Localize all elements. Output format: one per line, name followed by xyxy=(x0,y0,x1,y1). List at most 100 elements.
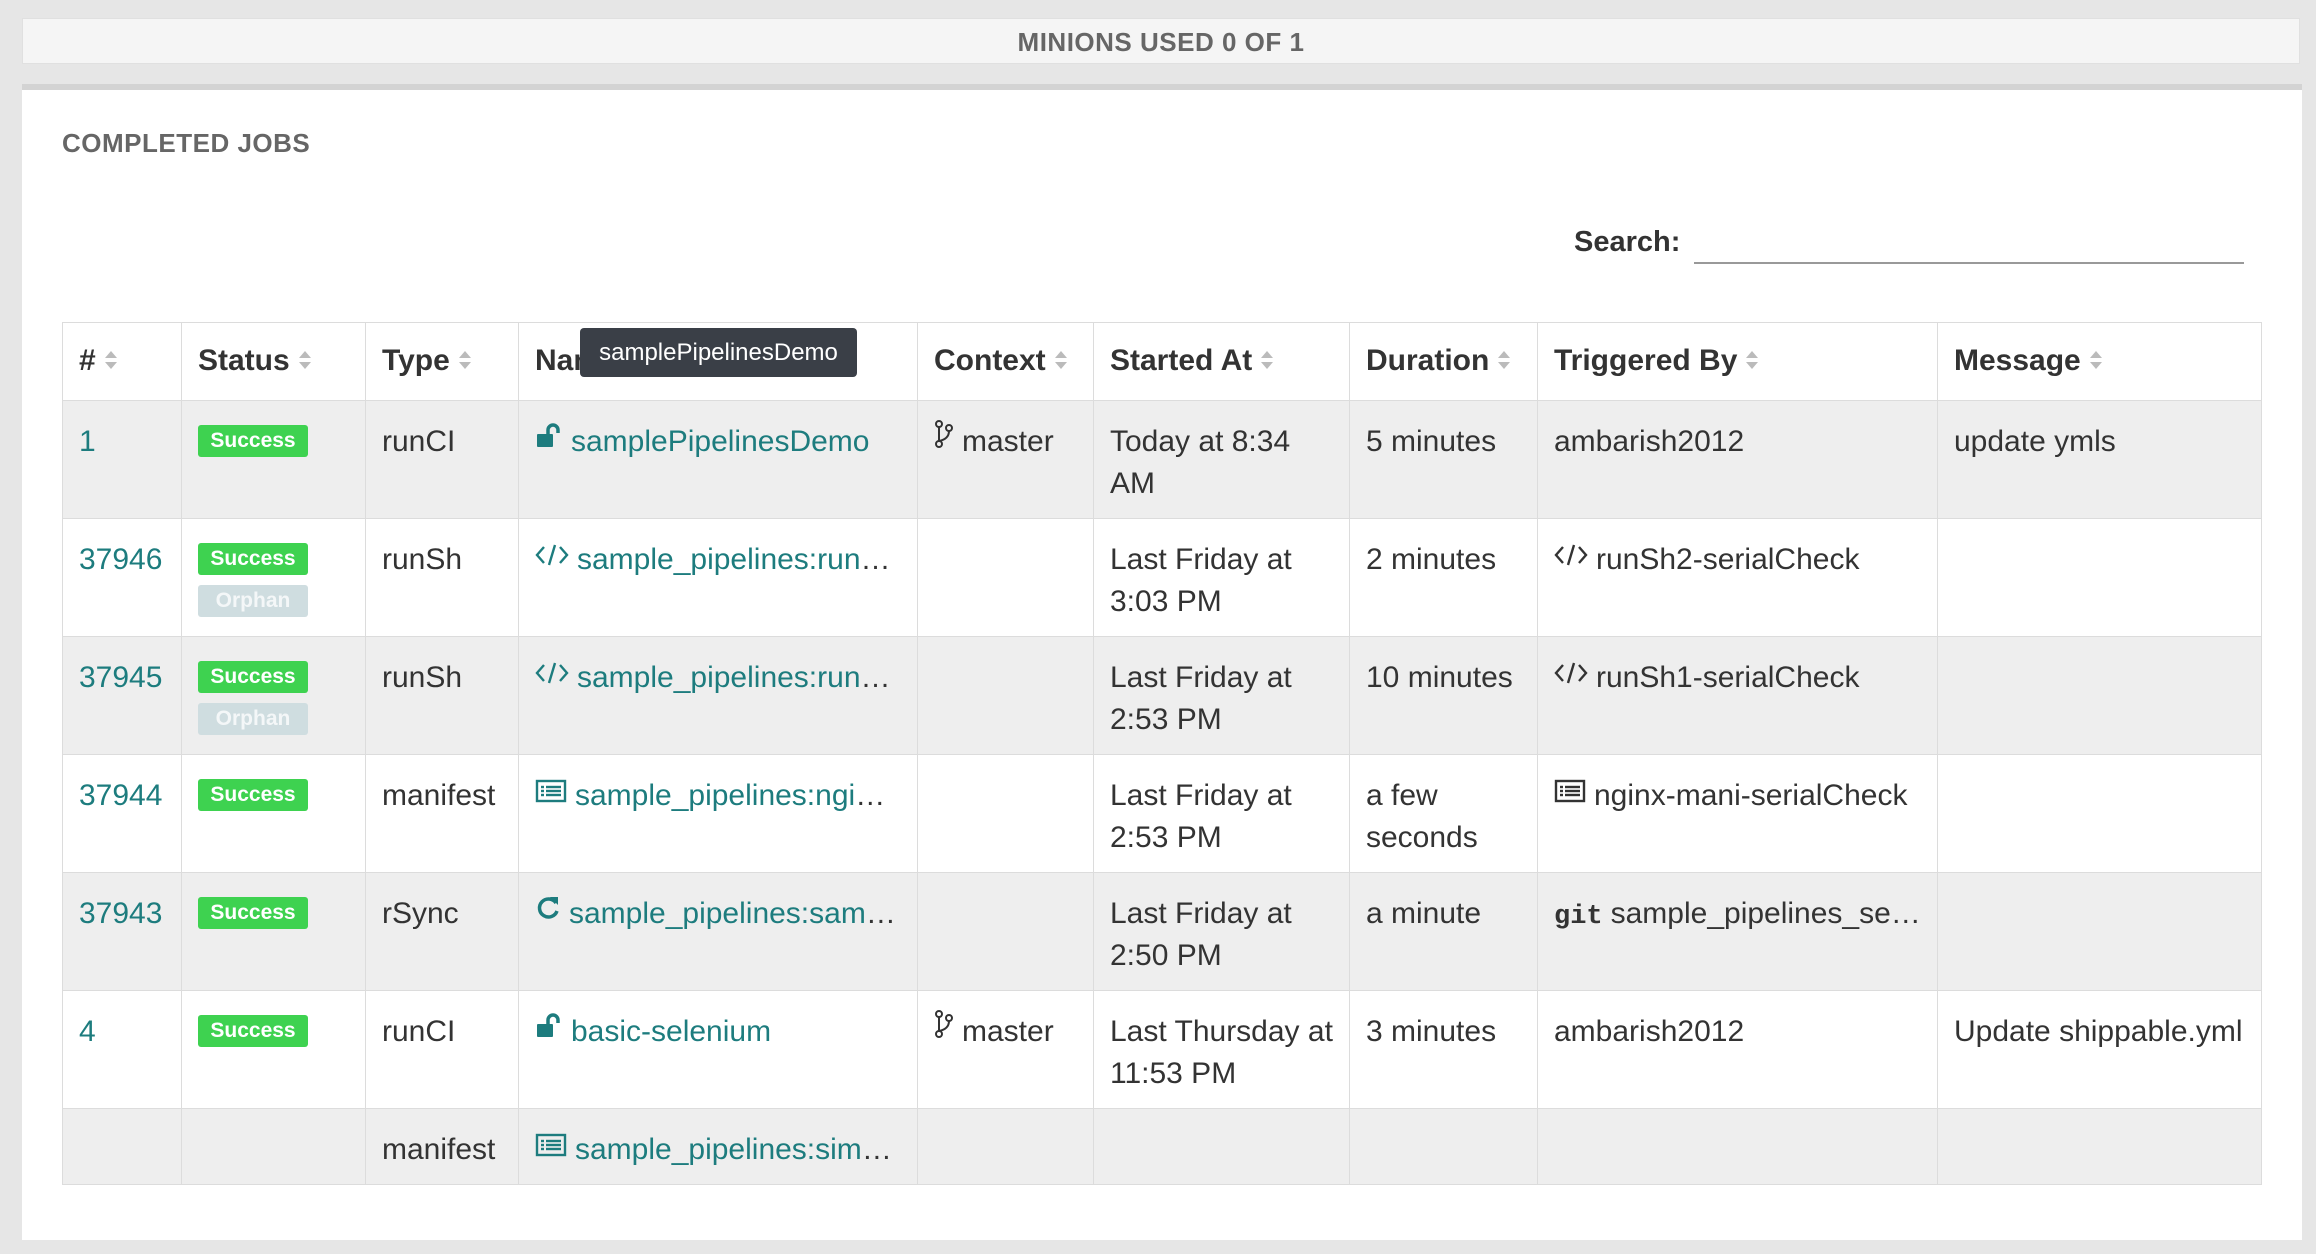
column-header-type[interactable]: Type xyxy=(365,321,519,402)
status-badge: Success xyxy=(198,897,308,930)
duration: 2 minutes xyxy=(1366,543,1497,577)
job-name-link[interactable]: samplePipelinesDemo xyxy=(535,423,869,458)
job-type: runSh xyxy=(382,543,463,577)
status-badge: Success xyxy=(198,779,308,812)
branch-icon xyxy=(934,419,954,461)
job-name-link[interactable]: sample_pipelines:simple-manifest xyxy=(535,1133,917,1167)
table-row: 1 Success runCI samplePipelinesDemo master To… xyxy=(62,400,2262,520)
cell-triggered: gitsample_pipelines_serialCheck xyxy=(1537,872,1938,992)
job-number-link[interactable]: 37946 xyxy=(79,543,162,576)
code-icon xyxy=(535,655,569,697)
cell-status: Success xyxy=(181,990,366,1110)
job-name-link[interactable]: sample_pipelines:runSh2-serialCheck xyxy=(535,543,917,577)
triggered-by: nginx-mani-serialCheck xyxy=(1594,779,1908,813)
column-header-duration[interactable]: Duration xyxy=(1349,321,1538,402)
branch-icon xyxy=(934,1009,954,1051)
cell-started: Last Friday at 2:50 PM xyxy=(1093,872,1350,992)
job-number-link[interactable]: 1 xyxy=(79,425,96,458)
started-at: Last Friday at 2:50 PM xyxy=(1110,897,1292,973)
triggered-by: runSh1-serialCheck xyxy=(1596,661,1860,695)
git-icon: git xyxy=(1554,902,1603,933)
cell-context: master xyxy=(917,400,1094,520)
job-name-label: sample_pipelines:simple-manifest xyxy=(575,1133,917,1167)
cell-name: sample_pipelines:sample_pipelines_serial… xyxy=(518,872,918,992)
cell-num xyxy=(62,1108,182,1186)
cell-triggered: runSh1-serialCheck xyxy=(1537,636,1938,756)
cell-type: manifest xyxy=(365,1108,519,1186)
job-type: runCI xyxy=(382,1015,456,1049)
search-label: Search: xyxy=(1574,226,1681,258)
duration: a minute xyxy=(1366,897,1482,931)
table-row: manifest sample_pipelines:simple-manifest xyxy=(62,1108,2262,1186)
column-header-context[interactable]: Context xyxy=(917,321,1094,402)
sort-icon xyxy=(1745,324,1759,399)
cell-name: sample_pipelines:runSh2-serialCheck xyxy=(518,518,918,638)
cell-message xyxy=(1937,1108,2262,1186)
cell-started: Last Thursday at 11:53 PM xyxy=(1093,990,1350,1110)
cell-type: runSh xyxy=(365,636,519,756)
cell-status: Success xyxy=(181,400,366,520)
search-input[interactable] xyxy=(1694,218,2244,264)
triggered-by: runSh2-serialCheck xyxy=(1596,543,1860,577)
job-number-link[interactable]: 37943 xyxy=(79,897,162,930)
started-at: Last Thursday at 11:53 PM xyxy=(1110,1015,1333,1091)
column-header-message[interactable]: Message xyxy=(1937,321,2262,402)
cell-triggered: runSh2-serialCheck xyxy=(1537,518,1938,638)
cell-message xyxy=(1937,518,2262,638)
column-header-status[interactable]: Status xyxy=(181,321,366,402)
unlock-icon xyxy=(535,419,563,461)
job-name-link[interactable]: sample_pipelines:sample_pipelines_serial… xyxy=(535,897,917,931)
column-header-started[interactable]: Started At xyxy=(1093,321,1350,402)
triggered-by: sample_pipelines_serialCheck xyxy=(1610,897,1937,931)
started-at: Last Friday at 2:53 PM xyxy=(1110,661,1292,737)
table-row: 4 Success runCI basic-selenium master Last Th… xyxy=(62,990,2262,1110)
cell-duration xyxy=(1349,1108,1538,1186)
job-type: manifest xyxy=(382,1133,496,1167)
commit-message: Update shippable.yml xyxy=(1954,1015,2243,1049)
job-name-label: sample_pipelines:sample_pipelines_serial… xyxy=(569,897,917,931)
cell-context xyxy=(917,1108,1094,1186)
status-badge: Success xyxy=(198,543,308,576)
cell-message xyxy=(1937,872,2262,992)
job-name-link[interactable]: basic-selenium xyxy=(535,1013,771,1048)
cell-triggered: ambarish2012 xyxy=(1537,400,1938,520)
list-icon xyxy=(1554,773,1586,815)
cell-num: 4 xyxy=(62,990,182,1110)
job-name-label: sample_pipelines:nginx-mani-serialCheck xyxy=(575,779,918,813)
cell-name: sample_pipelines:nginx-mani-serialCheck xyxy=(518,754,918,874)
minions-usage-bar: MINIONS USED 0 OF 1 xyxy=(22,18,2300,64)
job-name-label: sample_pipelines:runSh2-serialCheck xyxy=(577,543,917,577)
cell-triggered: nginx-mani-serialCheck xyxy=(1537,754,1938,874)
job-type: runCI xyxy=(382,425,456,459)
table-row: 37944 Success manifest sample_pipelines:ngi… xyxy=(62,754,2262,874)
job-name-label: sample_pipelines:runSh1-serialCheck xyxy=(577,661,917,695)
cell-name: sample_pipelines:runSh1-serialCheck xyxy=(518,636,918,756)
cell-triggered: ambarish2012 xyxy=(1537,990,1938,1110)
cell-context xyxy=(917,872,1094,992)
column-header-triggered[interactable]: Triggered By xyxy=(1537,321,1938,402)
duration: 3 minutes xyxy=(1366,1015,1497,1049)
cell-duration: a few seconds xyxy=(1349,754,1538,874)
branch-label: master xyxy=(962,1015,1054,1049)
started-at: Last Friday at 3:03 PM xyxy=(1110,543,1292,619)
jobs-table: # Status Type Name Context Started At Du… xyxy=(62,321,2262,1186)
job-number-link[interactable]: 37944 xyxy=(79,779,162,812)
job-name-link[interactable]: sample_pipelines:runSh1-serialCheck xyxy=(535,661,917,695)
cell-started: Today at 8:34 AM xyxy=(1093,400,1350,520)
cell-status: Success Orphan xyxy=(181,518,366,638)
column-header-num[interactable]: # xyxy=(62,321,182,402)
triggered-by: ambarish2012 xyxy=(1554,1015,1745,1049)
cell-context: master xyxy=(917,990,1094,1110)
job-type: runSh xyxy=(382,661,463,695)
job-name-link[interactable]: sample_pipelines:nginx-mani-serialCheck xyxy=(535,779,918,813)
cell-context xyxy=(917,518,1094,638)
job-number-link[interactable]: 4 xyxy=(79,1015,96,1048)
sort-icon xyxy=(298,324,312,399)
cell-message: update ymls xyxy=(1937,400,2262,520)
cell-status: Success xyxy=(181,754,366,874)
triggered-by: ambarish2012 xyxy=(1554,425,1745,459)
cell-duration: 10 minutes xyxy=(1349,636,1538,756)
table-row: 37946 Success Orphan runSh sample_pipelines:… xyxy=(62,518,2262,638)
cell-started xyxy=(1093,1108,1350,1186)
job-number-link[interactable]: 37945 xyxy=(79,661,162,694)
